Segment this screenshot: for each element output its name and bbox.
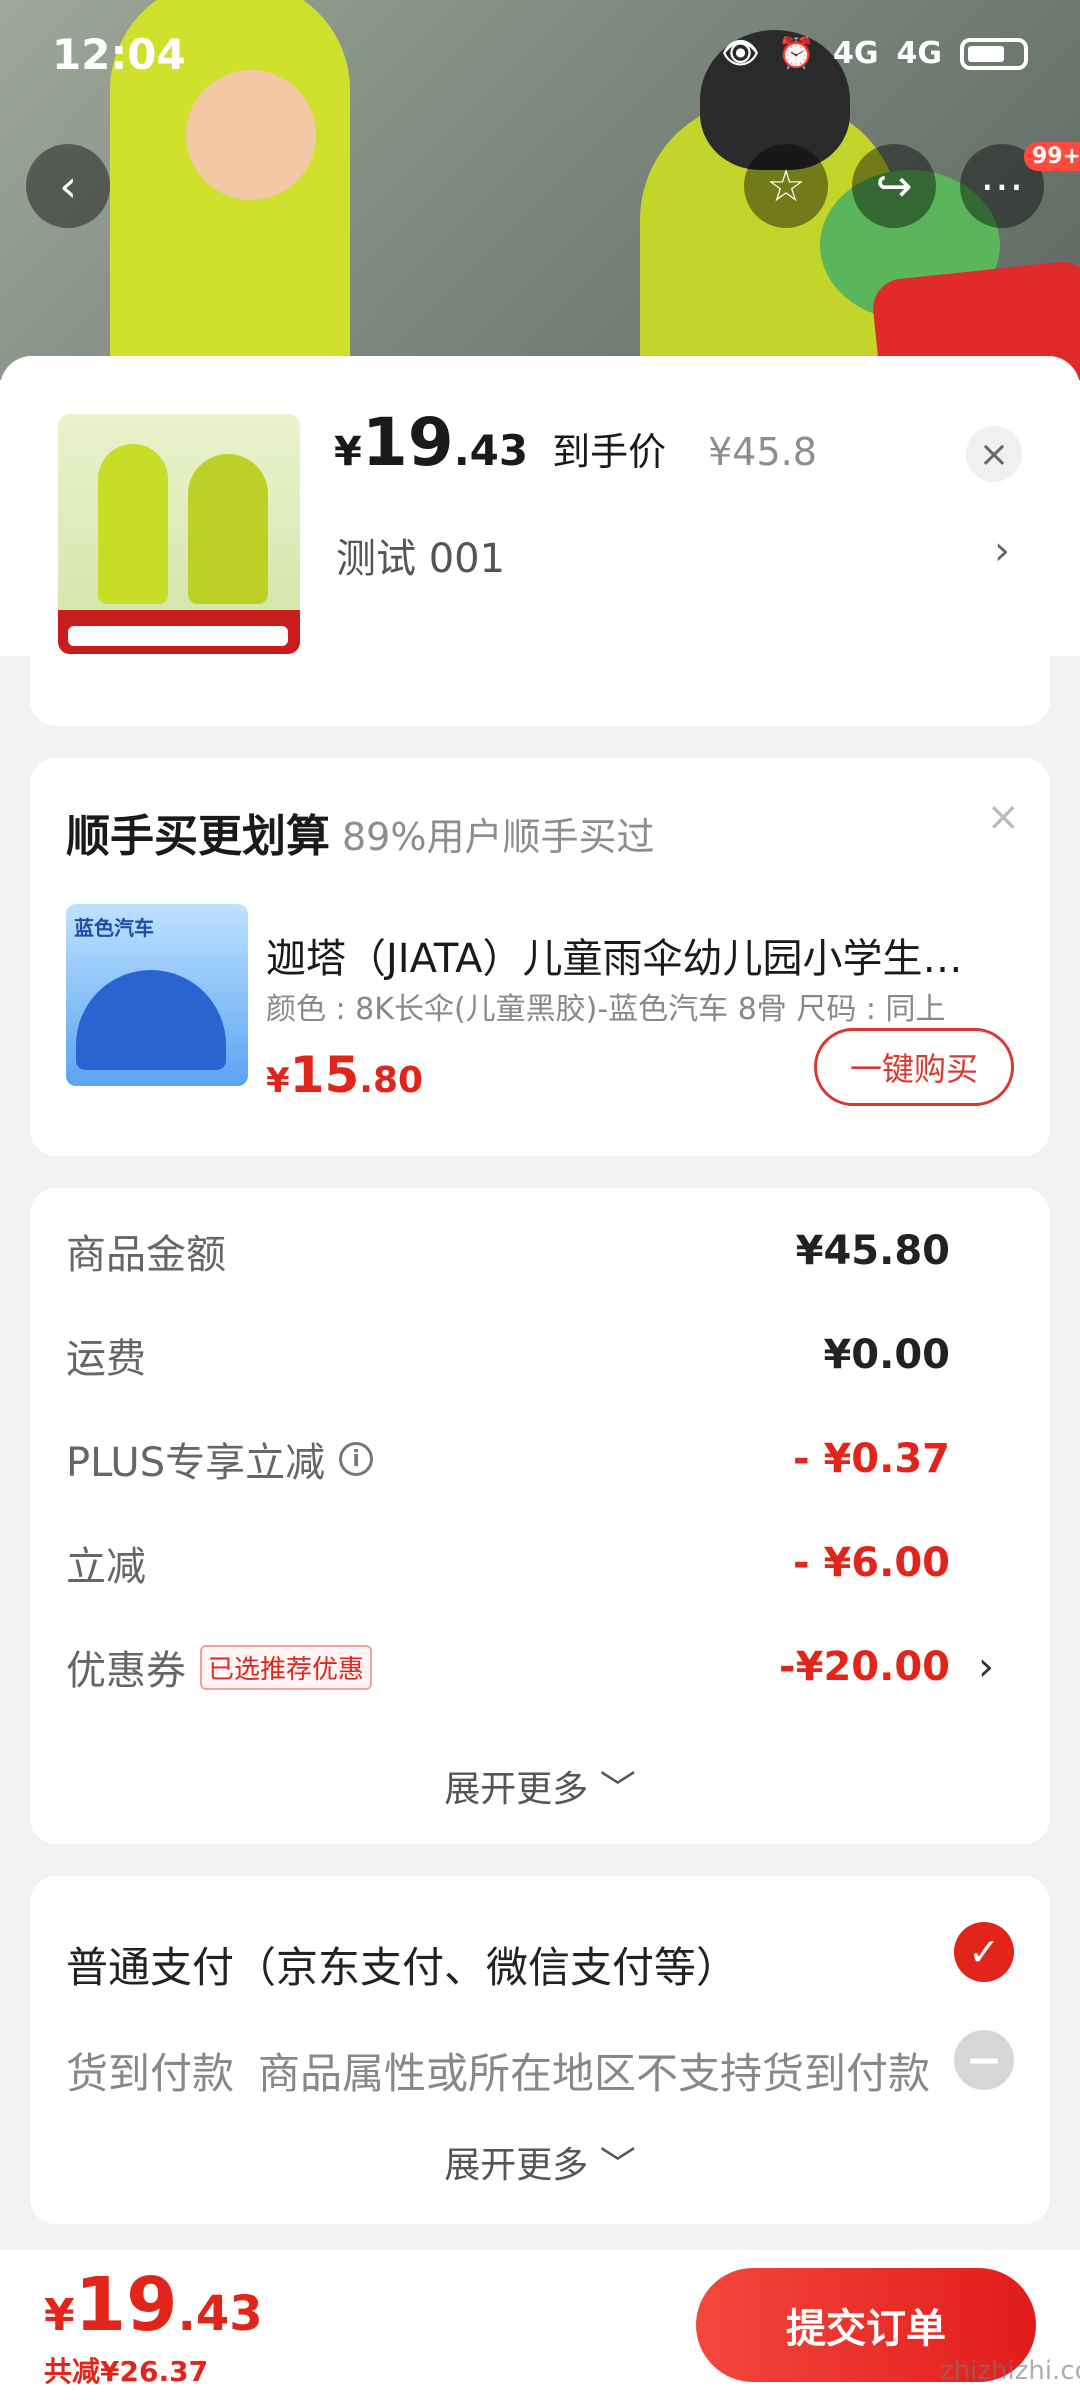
thumb-promo-label bbox=[68, 626, 288, 646]
close-button[interactable]: × bbox=[966, 426, 1022, 482]
price-integer: 15 bbox=[289, 1046, 360, 1104]
row-label: 运费 bbox=[66, 1336, 146, 1382]
disabled-icon: − bbox=[954, 2030, 1014, 2090]
row-value: ¥45.80 bbox=[795, 1228, 950, 1274]
product-card-bottom bbox=[30, 656, 1050, 726]
share-icon: ↪ bbox=[875, 160, 913, 212]
plus-discount-label: PLUS专享立减 bbox=[66, 1440, 326, 1486]
price-summary-card: 商品金额 ¥45.80 运费 ¥0.00 PLUS专享立减 i - ¥0.37 … bbox=[30, 1188, 1050, 1844]
signal-icon: 4G bbox=[896, 36, 943, 71]
total-price: ¥19.43 bbox=[44, 2262, 263, 2348]
price-label: 到手价 bbox=[552, 430, 667, 474]
upsell-title: 顺手买更划算 bbox=[66, 811, 330, 862]
chevron-right-icon: › bbox=[978, 1644, 994, 1690]
payment-option-cod: 货到付款 bbox=[66, 2049, 235, 2098]
back-button[interactable]: ‹ bbox=[26, 144, 110, 228]
summary-row-shipping: 运费 ¥0.00 bbox=[66, 1320, 1014, 1390]
umbrella-graphic bbox=[76, 970, 226, 1070]
currency-symbol: ¥ bbox=[334, 429, 362, 475]
row-value: - ¥6.00 bbox=[792, 1540, 950, 1586]
row-label: 立减 bbox=[66, 1544, 146, 1590]
info-icon[interactable]: i bbox=[339, 1442, 374, 1476]
cod-unavailable-note: 商品属性或所在地区不支持货到付款 bbox=[258, 2049, 931, 2098]
row-value: -¥20.00 bbox=[779, 1644, 950, 1690]
product-thumbnail bbox=[58, 414, 300, 654]
final-price: ¥19 .43 到手价 ¥45.8 bbox=[334, 404, 817, 481]
star-icon: ☆ bbox=[766, 160, 806, 212]
price-integer: 19 bbox=[74, 2262, 178, 2348]
summary-row-plus: PLUS专享立减 i - ¥0.37 bbox=[66, 1424, 1014, 1494]
currency-symbol: ¥ bbox=[266, 1061, 290, 1101]
close-icon[interactable]: × bbox=[986, 794, 1020, 840]
signal-icon: 4G bbox=[833, 36, 879, 71]
coupon-label: 优惠券 bbox=[66, 1648, 186, 1694]
row-label: 优惠券 已选推荐优惠 bbox=[66, 1638, 373, 1696]
price-decimal: .80 bbox=[359, 1060, 424, 1101]
coupon-tag: 已选推荐优惠 bbox=[200, 1644, 373, 1690]
upsell-product-image[interactable]: 蓝色汽车 bbox=[66, 904, 248, 1086]
summary-row-goods: 商品金额 ¥45.80 bbox=[66, 1216, 1014, 1286]
original-price: ¥45.8 bbox=[708, 430, 817, 474]
price-integer: 19 bbox=[361, 404, 454, 481]
row-value: ¥0.00 bbox=[823, 1332, 950, 1378]
status-icons: 👁 ⏰ 4G 4G bbox=[722, 36, 1028, 71]
favorite-button[interactable]: ☆ bbox=[744, 144, 828, 228]
currency-symbol: ¥ bbox=[44, 2290, 75, 2341]
payment-option-standard[interactable]: 普通支付（京东支付、微信支付等） bbox=[66, 1934, 738, 1995]
upsell-subtitle: 89%用户顺手买过 bbox=[342, 815, 655, 859]
row-value: - ¥0.37 bbox=[792, 1436, 950, 1482]
eye-icon: 👁 bbox=[721, 36, 760, 71]
upsell-image-caption: 蓝色汽车 bbox=[74, 916, 154, 940]
summary-row-discount: 立减 - ¥6.00 bbox=[66, 1528, 1014, 1598]
expand-more-button[interactable]: 展开更多 ﹀ bbox=[30, 2136, 1050, 2188]
summary-row-coupon[interactable]: 优惠券 已选推荐优惠 -¥20.00 › bbox=[66, 1632, 1014, 1702]
price-decimal: .43 bbox=[453, 426, 529, 475]
upsell-card: 顺手买更划算 89%用户顺手买过 × 蓝色汽车 迦塔（JIATA）儿童雨伞幼儿园… bbox=[30, 758, 1050, 1156]
share-button[interactable]: ↪ bbox=[852, 144, 936, 228]
close-icon: × bbox=[978, 433, 1010, 475]
payment-method-card: 普通支付（京东支付、微信支付等） ✓ 货到付款 商品属性或所在地区不支持货到付款… bbox=[30, 1876, 1050, 2224]
more-dots-icon: ⋯ bbox=[980, 160, 1024, 212]
status-bar: 12:04 👁 ⏰ 4G 4G bbox=[0, 0, 1080, 112]
upsell-product-spec: 颜色 : 8K长伞(儿童黑胶)-蓝色汽车 8骨 尺码 : 同上 bbox=[266, 992, 946, 1027]
chevron-left-icon: ‹ bbox=[59, 160, 77, 212]
watermark: zhizhizhi.com bbox=[940, 2356, 1080, 2386]
expand-more-button[interactable]: 展开更多 ﹀ bbox=[30, 1760, 1050, 1812]
one-click-buy-button[interactable]: 一键购买 bbox=[814, 1028, 1014, 1106]
alarm-icon: ⏰ bbox=[777, 36, 815, 71]
row-label: 商品金额 bbox=[66, 1232, 226, 1278]
upsell-price: ¥15.80 bbox=[266, 1046, 423, 1104]
thumb-figure bbox=[188, 454, 268, 604]
battery-icon bbox=[960, 37, 1028, 70]
thumb-figure bbox=[98, 444, 168, 604]
upsell-product-name[interactable]: 迦塔（JIATA）儿童雨伞幼儿园小学生黑… bbox=[266, 926, 996, 984]
row-label: PLUS专享立减 i bbox=[66, 1430, 374, 1488]
price-decimal: .43 bbox=[177, 2286, 263, 2342]
clock: 12:04 bbox=[52, 30, 186, 79]
chevron-right-icon[interactable]: › bbox=[994, 528, 1010, 574]
product-spec[interactable]: 测试 001 bbox=[336, 526, 505, 584]
total-savings: 共减¥26.37 bbox=[44, 2355, 209, 2388]
notification-badge: 99+ bbox=[1024, 142, 1080, 171]
checkmark-icon[interactable]: ✓ bbox=[954, 1922, 1014, 1982]
